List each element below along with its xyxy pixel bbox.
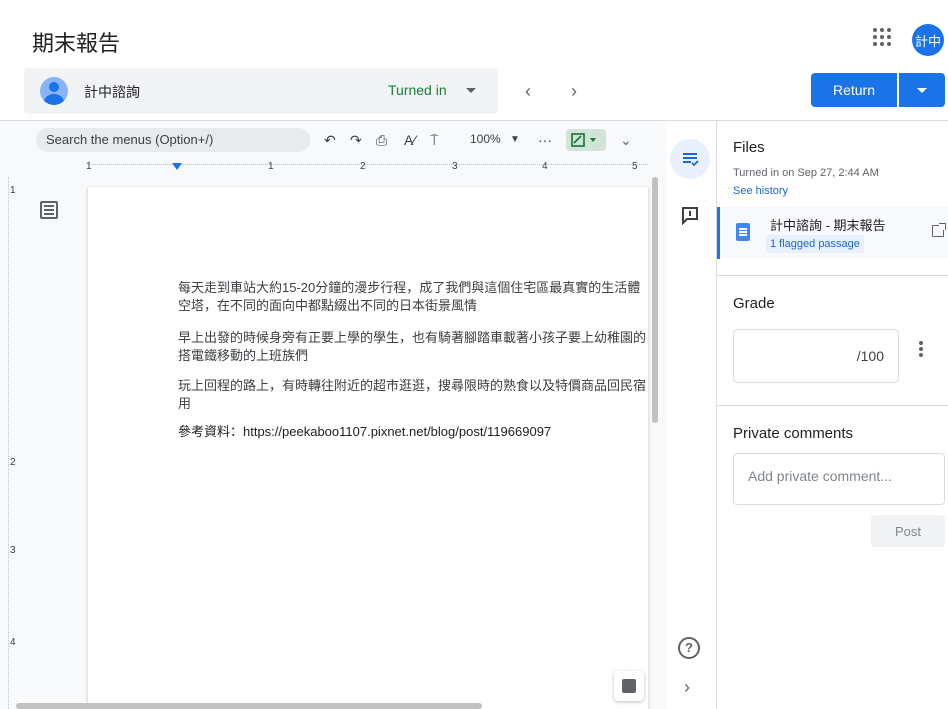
comment-icon[interactable] [680, 205, 700, 225]
explore-button[interactable] [614, 671, 644, 701]
side-rail: ? › [666, 121, 716, 709]
see-history-link[interactable]: See history [733, 185, 788, 197]
divider [717, 275, 948, 276]
chevron-down-icon[interactable] [466, 88, 476, 93]
ruler-number: 2 [360, 161, 366, 172]
attachment-card[interactable]: 計中諮詢 - 期末報告 1 flagged passage [717, 207, 948, 259]
ruler-number: 1 [86, 161, 92, 172]
return-button[interactable]: Return [811, 73, 897, 107]
ruler-number: 3 [452, 161, 458, 172]
grading-panel: Files Turned in on Sep 27, 2:44 AM See h… [717, 121, 948, 709]
paint-format-icon[interactable]: ⍑ [430, 129, 438, 151]
zoom-chevron-icon[interactable]: ▼ [510, 129, 520, 151]
paragraph: 每天走到車站大約15-20分鐘的漫步行程，成了我們與這個住宅區最真實的生活體 空… [178, 280, 641, 313]
attachment-name: 計中諮詢 - 期末報告 [770, 218, 886, 233]
ruler-number: 5 [632, 161, 638, 172]
assignment-title: 期末報告 [32, 31, 121, 56]
zoom-select[interactable]: 100% [470, 132, 501, 146]
document-viewer: Search the menus (Option+/) ↶ ↷ ⎙ A⁄ ⍑ 1… [0, 121, 666, 709]
undo-icon[interactable]: ↶ [324, 129, 336, 151]
grade-input[interactable]: /100 [733, 329, 899, 383]
open-in-new-icon[interactable] [932, 223, 946, 237]
private-comment-field[interactable]: Add private comment... [733, 453, 945, 505]
grade-heading: Grade [733, 295, 775, 312]
next-student-button[interactable]: › [562, 80, 586, 102]
editing-mode-button[interactable] [566, 129, 606, 151]
top-bar: 期末報告 計中 [0, 0, 948, 68]
spellcheck-icon[interactable]: A⁄ [404, 129, 416, 151]
apps-grid-icon[interactable] [873, 28, 891, 46]
paragraph: 玩上回程的路上，有時轉往附近的超市逛逛，搜尋限時的熟食以及特價商品回民宿 用 [178, 378, 647, 411]
docs-toolbar: Search the menus (Option+/) ↶ ↷ ⎙ A⁄ ⍑ 1… [0, 121, 666, 161]
more-options-icon[interactable]: ··· [538, 129, 552, 151]
horizontal-scrollbar[interactable] [16, 703, 482, 709]
divider [717, 405, 948, 406]
student-selector[interactable]: 計中諮詢 Turned in [24, 68, 498, 114]
user-avatar[interactable]: 計中 [912, 24, 944, 56]
paragraph: 早上出發的時候身旁有正要上學的學生，也有騎著腳踏車載著小孩子要上幼稚園的 搭電鐵… [178, 330, 647, 363]
edit-mode-icon [571, 133, 596, 147]
reference-line: 參考資料：https://peekaboo1107.pixnet.net/blo… [178, 424, 552, 439]
vruler-number: 4 [10, 637, 16, 648]
private-comments-heading: Private comments [733, 425, 854, 442]
help-icon[interactable]: ? [678, 637, 700, 659]
vruler-number: 1 [10, 185, 16, 196]
return-options-button[interactable] [899, 73, 945, 107]
search-menus-input[interactable]: Search the menus (Option+/) [36, 128, 310, 152]
collapse-toolbar-icon[interactable]: ⌄ [620, 129, 632, 151]
student-avatar-icon [40, 77, 68, 105]
print-icon[interactable]: ⎙ [376, 129, 387, 151]
grade-more-icon[interactable] [919, 347, 923, 351]
vertical-ruler [8, 177, 20, 709]
files-panel-button[interactable] [670, 139, 710, 179]
student-name: 計中諮詢 [84, 84, 140, 100]
files-heading: Files [733, 139, 765, 156]
vruler-number: 2 [10, 457, 16, 468]
vruler-number: 3 [10, 545, 16, 556]
list-check-icon [683, 153, 699, 167]
indent-marker-icon[interactable] [172, 163, 182, 170]
document-outline-icon[interactable] [40, 201, 58, 219]
flagged-passage-badge[interactable]: 1 flagged passage [766, 235, 864, 253]
chevron-right-icon[interactable]: › [684, 677, 690, 698]
document-page: 每天走到車站大約15-20分鐘的漫步行程，成了我們與這個住宅區最真實的生活體 空… [88, 187, 648, 709]
ruler-number: 1 [268, 161, 274, 172]
google-docs-icon [736, 223, 750, 241]
vertical-scrollbar[interactable] [652, 177, 658, 423]
ruler-number: 4 [542, 161, 548, 172]
turned-in-timestamp: Turned in on Sep 27, 2:44 AM [733, 167, 879, 179]
horizontal-ruler: 1 1 2 3 4 5 [0, 161, 666, 175]
previous-student-button[interactable]: ‹ [516, 80, 540, 102]
grade-denominator: /100 [856, 348, 884, 364]
redo-icon[interactable]: ↷ [350, 129, 362, 151]
submission-status: Turned in [388, 82, 447, 98]
post-button[interactable]: Post [871, 515, 945, 547]
